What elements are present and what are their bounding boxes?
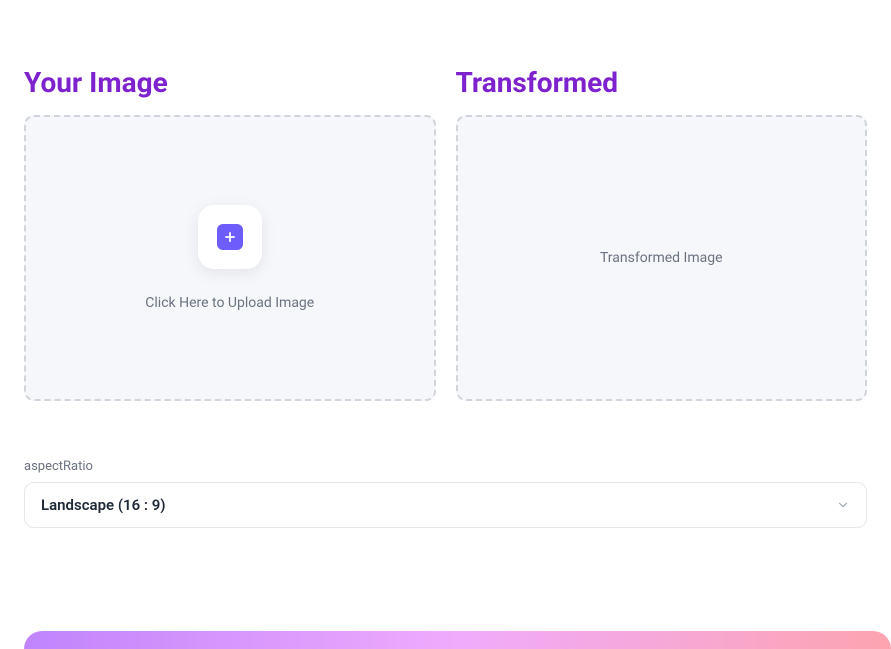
submit-button[interactable] bbox=[24, 631, 891, 649]
chevron-down-icon bbox=[836, 498, 850, 512]
output-placeholder: Transformed Image bbox=[456, 115, 868, 401]
aspect-ratio-select[interactable]: Landscape (16 : 9) bbox=[24, 482, 867, 528]
plus-icon bbox=[217, 224, 243, 250]
output-panel: Transformed Transformed Image bbox=[456, 66, 868, 401]
upload-dropzone[interactable]: Click Here to Upload Image bbox=[24, 115, 436, 401]
aspect-ratio-label: aspectRatio bbox=[24, 459, 867, 474]
upload-badge bbox=[198, 205, 262, 269]
source-panel: Your Image Click Here to Upload Image bbox=[24, 66, 436, 401]
aspect-ratio-section: aspectRatio Landscape (16 : 9) bbox=[24, 459, 867, 528]
aspect-ratio-value: Landscape (16 : 9) bbox=[41, 496, 166, 514]
output-placeholder-text: Transformed Image bbox=[600, 250, 723, 266]
source-title: Your Image bbox=[24, 66, 436, 99]
output-title: Transformed bbox=[456, 66, 868, 99]
upload-prompt-text: Click Here to Upload Image bbox=[145, 295, 314, 311]
